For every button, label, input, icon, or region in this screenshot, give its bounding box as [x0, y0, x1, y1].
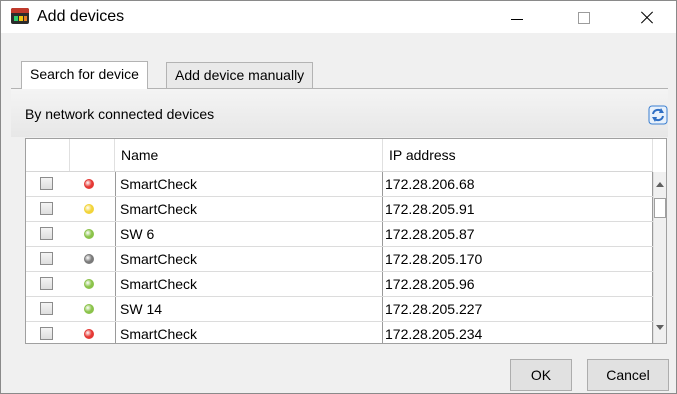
scroll-up-arrow-icon[interactable]: [656, 182, 664, 187]
row-checkbox[interactable]: [40, 252, 53, 265]
tab-search-for-device[interactable]: Search for device: [21, 61, 148, 89]
column-header-select[interactable]: [26, 139, 70, 171]
scroll-down-arrow-icon[interactable]: [656, 325, 664, 330]
row-checkbox[interactable]: [40, 227, 53, 240]
row-checkbox[interactable]: [40, 177, 53, 190]
device-ip: 172.28.205.96: [383, 272, 653, 296]
column-header-ip-address[interactable]: IP address: [383, 139, 653, 171]
device-ip: 172.28.205.87: [383, 222, 653, 246]
table-row[interactable]: SW 6 172.28.205.87: [26, 222, 653, 247]
device-ip: 172.28.206.68: [383, 172, 653, 196]
device-ip: 172.28.205.227: [383, 297, 653, 321]
row-checkbox[interactable]: [40, 302, 53, 315]
select-cell: [26, 222, 70, 246]
ok-button[interactable]: OK: [510, 359, 572, 391]
title-bar: Add devices: [1, 1, 676, 33]
tab-add-device-manually[interactable]: Add device manually: [166, 62, 314, 88]
select-cell: [26, 297, 70, 321]
status-dot-icon: [84, 254, 94, 264]
table-row[interactable]: SmartCheck 172.28.206.68: [26, 172, 653, 197]
device-ip: 172.28.205.234: [383, 322, 653, 343]
app-icon: [11, 8, 29, 24]
column-header-name[interactable]: Name: [115, 139, 383, 171]
status-cell: [70, 247, 115, 271]
device-name: SmartCheck: [115, 272, 383, 296]
device-ip: 172.28.205.91: [383, 197, 653, 221]
status-dot-icon: [84, 204, 94, 214]
table-row[interactable]: SmartCheck 172.28.205.91: [26, 197, 653, 222]
select-cell: [26, 272, 70, 296]
device-name: SmartCheck: [115, 197, 383, 221]
device-name: SW 14: [115, 297, 383, 321]
scroll-thumb[interactable]: [654, 198, 666, 218]
device-name: SmartCheck: [115, 247, 383, 271]
status-dot-icon: [84, 279, 94, 289]
table-row[interactable]: SmartCheck 172.28.205.170: [26, 247, 653, 272]
section-header: By network connected devices: [11, 89, 668, 137]
table-row[interactable]: SmartCheck 172.28.205.234: [26, 322, 653, 343]
status-cell: [70, 272, 115, 296]
table-row[interactable]: SmartCheck 172.28.205.96: [26, 272, 653, 297]
devices-table: Name IP address SmartCheck 172.28.206.68 S…: [25, 138, 667, 344]
status-cell: [70, 172, 115, 196]
vertical-scrollbar[interactable]: [653, 172, 666, 343]
minimize-button[interactable]: [493, 1, 539, 33]
status-cell: [70, 297, 115, 321]
maximize-button[interactable]: [561, 1, 607, 33]
status-cell: [70, 222, 115, 246]
select-cell: [26, 322, 70, 343]
select-cell: [26, 197, 70, 221]
refresh-icon[interactable]: [648, 105, 668, 125]
status-dot-icon: [84, 179, 94, 189]
window-title: Add devices: [37, 8, 125, 25]
device-name: SW 6: [115, 222, 383, 246]
table-row[interactable]: SW 14 172.28.205.227: [26, 297, 653, 322]
device-name: SmartCheck: [115, 172, 383, 196]
status-dot-icon: [84, 229, 94, 239]
section-label: By network connected devices: [25, 106, 215, 122]
device-name: SmartCheck: [115, 322, 383, 343]
cancel-button[interactable]: Cancel: [587, 359, 669, 391]
row-checkbox[interactable]: [40, 327, 53, 340]
close-button[interactable]: [629, 1, 675, 33]
status-dot-icon: [84, 329, 94, 339]
status-cell: [70, 322, 115, 343]
table-header: Name IP address: [26, 139, 653, 172]
search-tab-panel: By network connected devices Name IP add…: [11, 88, 668, 345]
row-checkbox[interactable]: [40, 277, 53, 290]
add-devices-dialog: Add devices Search for device Add device…: [0, 0, 677, 394]
status-cell: [70, 197, 115, 221]
row-checkbox[interactable]: [40, 202, 53, 215]
table-body: SmartCheck 172.28.206.68 SmartCheck 172.28.…: [26, 172, 653, 343]
select-cell: [26, 172, 70, 196]
status-dot-icon: [84, 304, 94, 314]
device-ip: 172.28.205.170: [383, 247, 653, 271]
select-cell: [26, 247, 70, 271]
column-header-status[interactable]: [70, 139, 115, 171]
